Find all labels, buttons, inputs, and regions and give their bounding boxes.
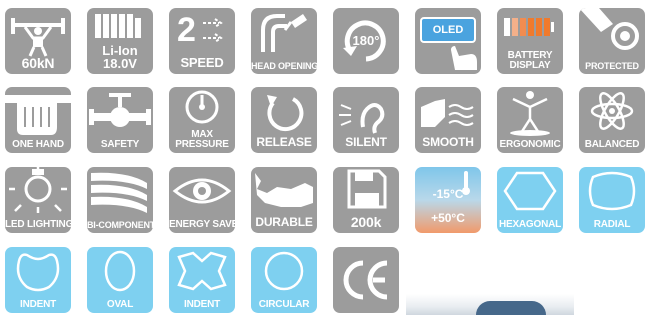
tile-label: BATTERY DISPLAY bbox=[507, 50, 553, 71]
temp-high: +50°C bbox=[431, 211, 465, 225]
tile-rotate-180: 180° bbox=[333, 8, 399, 74]
tile-balanced: BALANCED bbox=[579, 87, 645, 153]
tile-oled: OLED bbox=[415, 8, 481, 74]
tile-label: 60kN bbox=[21, 55, 55, 71]
tile-battery-display: BATTERY DISPLAY bbox=[497, 8, 563, 74]
tile-label: CIRCULAR bbox=[258, 299, 310, 310]
tile-label: INDENT bbox=[183, 299, 221, 310]
ce-mark-icon bbox=[343, 260, 388, 300]
li-ion-line2: 18.0V bbox=[103, 56, 137, 71]
tile-60kn: 60kN bbox=[5, 8, 71, 74]
tile-circular: CIRCULAR bbox=[251, 247, 317, 313]
tile-bi-component: BI-COMPONENT bbox=[87, 167, 153, 233]
tile-label: OVAL bbox=[106, 299, 134, 310]
tile-led-lighting: LED LIGHTING bbox=[5, 167, 71, 233]
tile-max-pressure: MAX PRESSURE bbox=[169, 87, 235, 153]
tile-radial: RADIAL bbox=[579, 167, 645, 233]
tile-indent-1: INDENT bbox=[5, 247, 71, 313]
tile-label: SMOOTH bbox=[422, 135, 474, 149]
partial-photo-object bbox=[476, 301, 546, 315]
tile-label: ERGONOMIC bbox=[499, 139, 561, 150]
tile-one-hand: ONE HAND bbox=[5, 87, 71, 153]
tile-label: MAX PRESSURE bbox=[175, 129, 229, 150]
tile-label: SILENT bbox=[345, 135, 387, 149]
tile-temperature: -15°C +50°C bbox=[415, 167, 481, 233]
tile-release: RELEASE bbox=[251, 87, 317, 153]
tile-ce bbox=[333, 247, 399, 313]
tile-safety: SAFETY bbox=[87, 87, 153, 153]
rotation-value: 180° bbox=[352, 33, 380, 48]
tile-label: LED LIGHTING bbox=[5, 219, 71, 230]
tile-200k: 200k bbox=[333, 167, 399, 233]
tile-label: DURABLE bbox=[255, 215, 313, 229]
tile-label: HEAD OPENING bbox=[251, 61, 317, 71]
tile-label: INDENT bbox=[19, 299, 57, 310]
pointing-hand-icon bbox=[451, 46, 477, 70]
temp-low: -15°C bbox=[432, 187, 464, 201]
speed-digit: 2 bbox=[177, 11, 196, 49]
tile-li-ion: Li-Ion 18.0V bbox=[87, 8, 153, 74]
tile-label: ONE HAND bbox=[12, 139, 64, 150]
tile-label: 200k bbox=[350, 214, 382, 230]
tile-smooth: SMOOTH bbox=[415, 87, 481, 153]
tile-label: RADIAL bbox=[593, 219, 631, 230]
tile-label: PROTECTED bbox=[585, 61, 639, 71]
tile-durable: DURABLE bbox=[251, 167, 317, 233]
tile-protected: PROTECTED bbox=[579, 8, 645, 74]
tile-label: SAFETY bbox=[100, 139, 140, 150]
tile-label: SPEED bbox=[180, 55, 224, 70]
tile-label: ENERGY SAVE bbox=[169, 219, 235, 230]
tile-ergonomic: ERGONOMIC bbox=[497, 87, 563, 153]
tile-label: BALANCED bbox=[584, 139, 640, 150]
tile-label: RELEASE bbox=[256, 135, 312, 149]
tile-hexagonal: HEXAGONAL bbox=[497, 167, 563, 233]
tile-oval: OVAL bbox=[87, 247, 153, 313]
tile-indent-2: INDENT bbox=[169, 247, 235, 313]
tile-head-opening: HEAD OPENING bbox=[251, 8, 317, 74]
tile-label: HEXAGONAL bbox=[498, 219, 562, 230]
tile-speed: 2 SPEED bbox=[169, 8, 235, 74]
tile-silent: SILENT bbox=[333, 87, 399, 153]
tile-energy-save: ENERGY SAVE bbox=[169, 167, 235, 233]
tile-label: BI-COMPONENT bbox=[87, 220, 153, 230]
